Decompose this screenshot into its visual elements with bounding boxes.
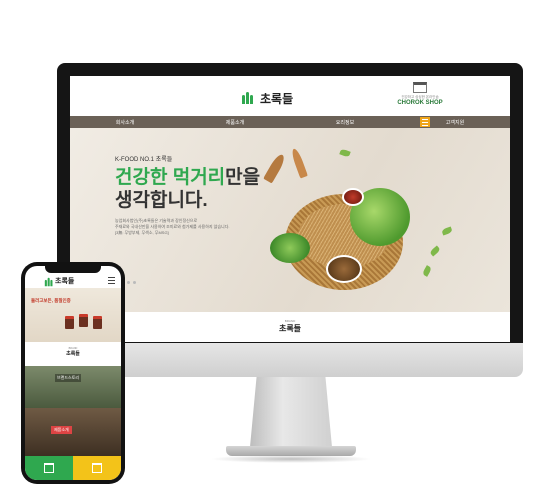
nav-item-support[interactable]: 고객지원 xyxy=(446,119,464,126)
mobile-hero-text: 둘러고보든, 품질인증 xyxy=(31,298,71,303)
leaf-icon xyxy=(429,245,441,257)
brand-section: BRAND 초록들 xyxy=(70,312,510,342)
hero-tag: K-FOOD NO.1 초록들 xyxy=(115,157,173,163)
mobile-header: 초록들 xyxy=(25,274,121,288)
sauce-bowl-image xyxy=(342,188,364,206)
mobile-cart-tab[interactable] xyxy=(73,456,121,480)
leaf-logo-icon xyxy=(44,277,53,287)
greens-image xyxy=(270,233,310,263)
powder-bowl-image xyxy=(326,255,362,283)
shop-icon xyxy=(44,463,54,473)
leaf-icon xyxy=(441,226,453,236)
hero-title-highlight: 건강한 먹거리 xyxy=(115,167,226,188)
site-header: 초록들 건강하고 싱싱한 온라인숍 CHOROK SHOP xyxy=(70,76,510,116)
hero-description: 농업회사법인(주)초록들은 기술력과 장인정신으로 주재료와 국내산만을 사용하… xyxy=(115,218,295,236)
nav-item-recipes[interactable]: 요리정보 xyxy=(336,119,354,126)
mobile-story-section[interactable]: 브랜드스토리 xyxy=(25,366,121,408)
nav-item-company[interactable]: 회사소개 xyxy=(116,119,134,126)
mobile-brand-section: BRAND 초록들 xyxy=(25,342,121,366)
shop-icon xyxy=(413,82,427,93)
mobile-story-label: 브랜드스토리 xyxy=(55,374,82,382)
hero-title: 건강한 먹거리만을 생각합니다. xyxy=(115,166,260,212)
imac-chin xyxy=(57,343,523,377)
site-logo-text: 초록들 xyxy=(260,91,294,106)
mobile-menu-icon[interactable] xyxy=(108,277,115,286)
jar-image xyxy=(93,316,102,329)
hero-banner: K-FOOD NO.1 초록들 건강한 먹거리만을 생각합니다. 농업회사법인(… xyxy=(70,128,510,312)
mobile-product-label: 제품소개 xyxy=(51,426,72,434)
mobile-screen: 초록들 둘러고보든, 품질인증 BRAND 초록들 브랜드스토리 제품소개 xyxy=(25,266,121,480)
jar-image xyxy=(65,316,74,329)
imac-shadow xyxy=(210,455,372,463)
leaf-logo-icon xyxy=(242,92,254,104)
mobile-logo-text[interactable]: 초록들 xyxy=(55,276,74,286)
leaf-icon xyxy=(339,148,351,158)
mobile-brand-title: 초록들 xyxy=(66,351,80,357)
nav-item-products[interactable]: 제품소개 xyxy=(226,119,244,126)
mobile-shop-tab[interactable] xyxy=(25,456,73,480)
bag-icon xyxy=(92,463,102,473)
hero-desc-line: [3無: 무방부제, 무색소, 무MSG] xyxy=(115,230,169,235)
shop-name: CHOROK SHOP xyxy=(397,100,443,106)
leaf-icon xyxy=(421,265,433,277)
mobile-hero: 둘러고보든, 품질인증 xyxy=(25,288,121,342)
jar-image xyxy=(79,314,88,327)
menu-hamburger-button[interactable] xyxy=(420,117,430,127)
hero-title-rest: 만을 xyxy=(225,167,261,188)
mobile-bottom-bar xyxy=(25,456,121,480)
hero-title-line2: 생각합니다. xyxy=(115,190,208,211)
main-nav: 회사소개 제품소개 요리정보 고객지원 xyxy=(70,116,510,128)
desktop-screen: 초록들 건강하고 싱싱한 온라인숍 CHOROK SHOP 회사소개 제품소개 … xyxy=(70,76,510,342)
phone-notch xyxy=(45,266,101,273)
imac-stand xyxy=(250,377,332,447)
wooden-spoon-image xyxy=(263,152,287,184)
chorok-shop-link[interactable]: 건강하고 싱싱한 온라인숍 CHOROK SHOP xyxy=(390,82,450,114)
mobile-product-section[interactable]: 제품소개 xyxy=(25,408,121,456)
brand-title: 초록들 xyxy=(278,324,302,333)
site-logo[interactable]: 초록들 xyxy=(242,90,293,106)
wooden-spoon-image xyxy=(290,147,308,179)
